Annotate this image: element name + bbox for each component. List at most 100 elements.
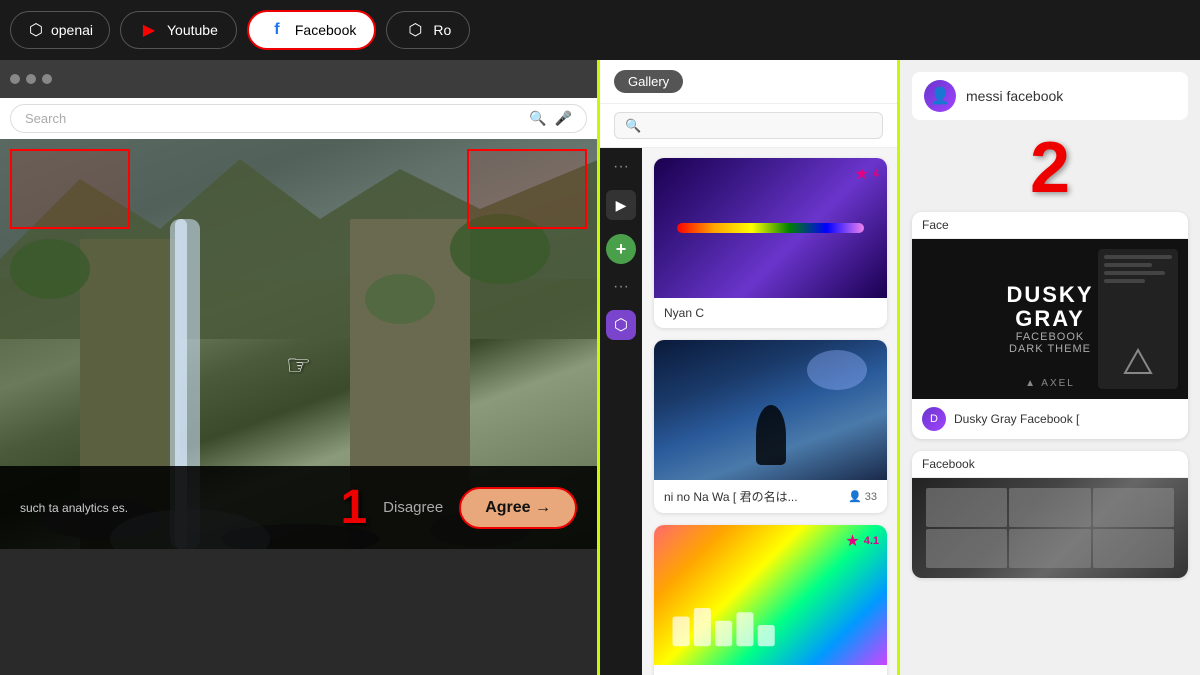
- kimi-users: 👤 33: [848, 490, 877, 503]
- dusky-card-image: DUSKY GRAY FACEBOOK DARK THEME: [912, 239, 1188, 399]
- browser-chrome: [0, 60, 597, 98]
- roblox-icon: ⬡: [405, 20, 425, 40]
- disagree-button[interactable]: Disagree: [383, 499, 443, 516]
- left-panel: Search 🔍 🎤: [0, 60, 600, 675]
- cookie-banner: such ta analytics es. 1 Disagree Agree →: [0, 466, 597, 549]
- kimi-background: [654, 340, 887, 480]
- browser-dot-2: [26, 74, 36, 84]
- fb-bottom-image: [912, 478, 1188, 578]
- rainbow-bar: [677, 223, 863, 233]
- grid-cell-6: [1093, 529, 1174, 568]
- step-number-1: 1: [340, 480, 367, 535]
- tab-facebook-label: Facebook: [295, 22, 356, 38]
- colorful-rating: 4.1: [864, 535, 879, 547]
- nyan-title: Nyan C: [664, 306, 704, 320]
- avatar-icon: 👤: [930, 86, 950, 106]
- kimi-sky-element: [807, 350, 867, 390]
- right-panel: Gallery ··· ▶ + ··· ⬡: [600, 60, 1200, 675]
- waterfall-image: ☞ such ta analytics es. 1 Disagree Agree…: [0, 139, 597, 549]
- mock-line-1: [1104, 255, 1172, 259]
- axel-logo-icon: [1123, 348, 1153, 378]
- grid-cell-4: [926, 529, 1007, 568]
- users-icon: 👤: [848, 490, 862, 503]
- facebook-bottom-card[interactable]: Facebook: [912, 451, 1188, 578]
- gallery-header: Gallery: [600, 60, 897, 104]
- sidebar-dots-mid[interactable]: ···: [613, 278, 629, 296]
- sidebar-rail: ··· ▶ + ··· ⬡: [600, 148, 642, 675]
- search-bar-placeholder: Search: [25, 111, 66, 126]
- step-number-2: 2: [912, 132, 1188, 204]
- browser-dot-3: [42, 74, 52, 84]
- kimi-figure-element: [756, 405, 786, 465]
- theme-card-nyan-image: ★ 4: [654, 158, 887, 298]
- tab-roblox[interactable]: ⬡ Ro: [386, 11, 470, 49]
- rating-star-icon: ★: [855, 164, 869, 184]
- theme-card-kimi-footer: ni no Na Wa [ 君の名は... 👤 33: [654, 480, 887, 513]
- kimi-users-count: 33: [865, 491, 877, 503]
- grid-cell-3: [1093, 488, 1174, 527]
- dusky-panel-mock: [1098, 249, 1178, 389]
- browser-dot-1: [10, 74, 20, 84]
- mic-icon: 🎤: [555, 110, 572, 127]
- dusky-card-header: Face: [912, 212, 1188, 239]
- search-icon: 🔍: [529, 110, 546, 127]
- gallery-content: ··· ▶ + ··· ⬡ ★: [600, 148, 897, 675]
- theme-card-kimi[interactable]: ni no Na Wa [ 君の名は... 👤 33: [654, 340, 887, 513]
- gallery-column: Gallery ··· ▶ + ··· ⬡: [600, 60, 900, 675]
- agree-button[interactable]: Agree →: [459, 487, 577, 529]
- theme-card-colorful-image: ★ 4.1: [654, 525, 887, 665]
- facebook-results-column: 👤 messi facebook 2 Face DUSKY GRAY FACEB…: [900, 60, 1200, 675]
- openai-icon: ⬡: [29, 20, 43, 40]
- nyan-rating: 4: [873, 168, 879, 180]
- kimi-title: ni no Na Wa [ 君の名は...: [664, 488, 798, 505]
- sidebar-add-button[interactable]: +: [606, 234, 636, 264]
- fb-grid-overlay: [926, 488, 1174, 568]
- theme-card-colorful-footer: Colorful Theme: [654, 665, 887, 675]
- themes-list: ★ 4 Nyan C: [644, 148, 897, 675]
- dusky-author-name: Dusky Gray Facebook [: [954, 412, 1178, 426]
- tab-roblox-label: Ro: [433, 22, 451, 38]
- fb-search-label: messi facebook: [966, 88, 1063, 104]
- sidebar-play-item[interactable]: ▶: [606, 190, 636, 220]
- colorful-star-icon: ★: [845, 531, 859, 551]
- dusky-logo: ▲ AXEL: [1025, 378, 1075, 389]
- dusky-author-avatar: D: [922, 407, 946, 431]
- red-highlight-box-left: [10, 149, 130, 229]
- theme-card-nyan-footer: Nyan C: [654, 298, 887, 328]
- main-content: Search 🔍 🎤: [0, 60, 1200, 675]
- gallery-search: [600, 104, 897, 148]
- fb-user-avatar: 👤: [924, 80, 956, 112]
- sidebar-dots-top[interactable]: ···: [613, 158, 629, 176]
- mock-line-2: [1104, 263, 1152, 267]
- tab-youtube[interactable]: ▶ Youtube: [120, 11, 237, 49]
- facebook-search-header: 👤 messi facebook: [912, 72, 1188, 120]
- mock-line-3: [1104, 271, 1165, 275]
- mock-line-4: [1104, 279, 1145, 283]
- gallery-tag[interactable]: Gallery: [614, 70, 683, 93]
- tab-youtube-label: Youtube: [167, 22, 218, 38]
- facebook-icon: f: [267, 20, 287, 40]
- gallery-search-input[interactable]: [614, 112, 883, 139]
- theme-card-kimi-image: [654, 340, 887, 480]
- search-bar-icons: 🔍 🎤: [529, 110, 572, 127]
- grid-cell-2: [1009, 488, 1090, 527]
- dusky-avatar-letter: D: [930, 413, 938, 425]
- tab-facebook[interactable]: f Facebook: [247, 10, 376, 50]
- fb-bottom-header: Facebook: [912, 451, 1188, 478]
- theme-card-colorful[interactable]: ★ 4.1 Colorful Theme: [654, 525, 887, 675]
- cookie-text: such ta analytics es.: [20, 501, 330, 515]
- search-bar[interactable]: Search 🔍 🎤: [10, 104, 587, 133]
- dusky-card-footer: D Dusky Gray Facebook [: [912, 399, 1188, 439]
- tab-openai[interactable]: ⬡ openai: [10, 11, 110, 49]
- grid-cell-5: [1009, 529, 1090, 568]
- agree-button-label: Agree →: [485, 499, 551, 517]
- theme-card-nyan[interactable]: ★ 4 Nyan C: [654, 158, 887, 328]
- dusky-gray-card[interactable]: Face DUSKY GRAY FACEBOOK DARK THEME: [912, 212, 1188, 439]
- sidebar-purple-item[interactable]: ⬡: [606, 310, 636, 340]
- red-highlight-box-right: [467, 149, 587, 229]
- cookie-buttons: 1 Disagree Agree →: [340, 480, 577, 535]
- youtube-icon: ▶: [139, 20, 159, 40]
- search-bar-container: Search 🔍 🎤: [0, 98, 597, 139]
- tab-openai-label: openai: [51, 22, 93, 38]
- colorful-chart-svg: [664, 595, 877, 655]
